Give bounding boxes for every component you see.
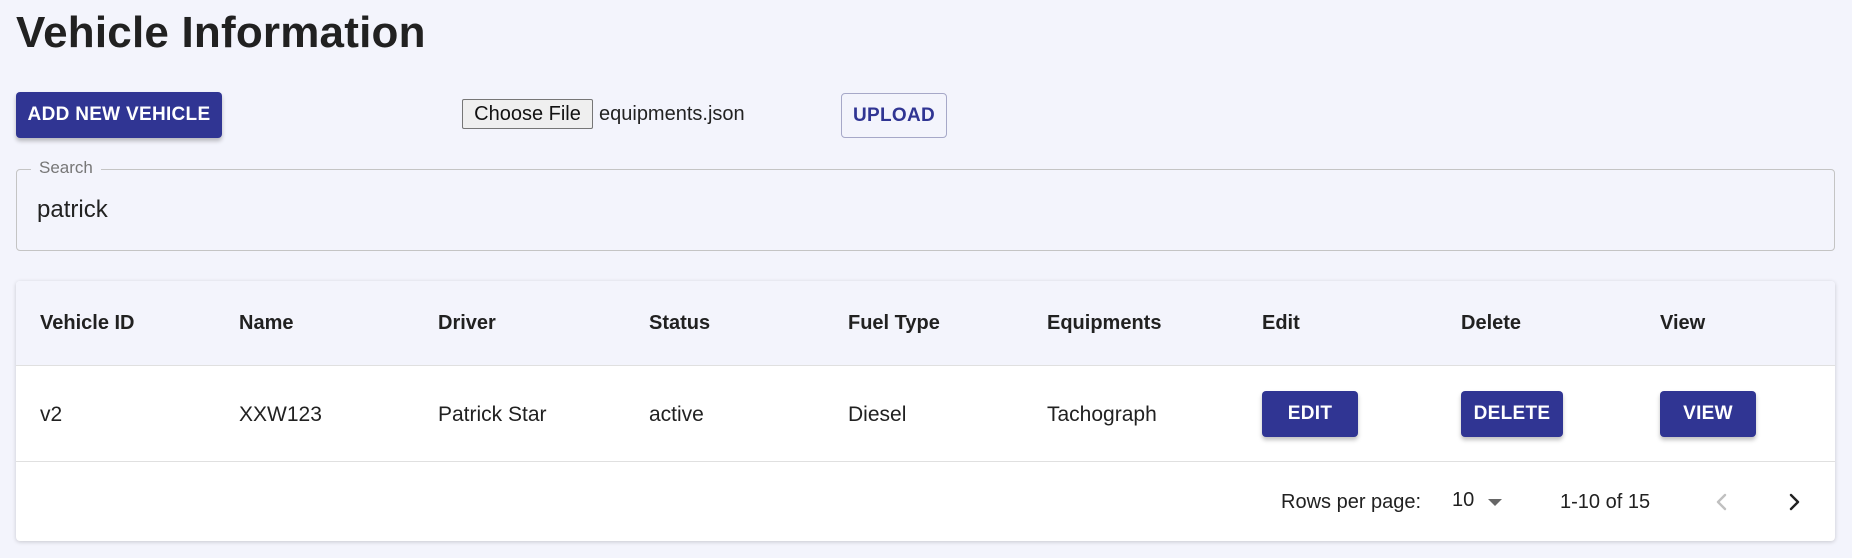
search-input[interactable] — [37, 192, 1797, 228]
table-row: v2 XXW123 Patrick Star active Diesel Tac… — [16, 366, 1835, 462]
view-button[interactable]: VIEW — [1660, 391, 1756, 437]
table-header: Vehicle ID Name Driver Status Fuel Type … — [16, 281, 1835, 366]
rows-per-page-value: 10 — [1452, 489, 1475, 511]
previous-page-button[interactable] — [1698, 478, 1746, 526]
vehicle-table: Vehicle ID Name Driver Status Fuel Type … — [16, 281, 1835, 541]
column-header-edit: Edit — [1262, 312, 1300, 334]
next-page-button[interactable] — [1770, 478, 1818, 526]
cell-fuel-type: Diesel — [848, 403, 907, 426]
column-header-view: View — [1660, 312, 1706, 334]
search-field: Search — [16, 158, 1835, 251]
column-header-fuel-type: Fuel Type — [848, 312, 940, 334]
rows-per-page-label: Rows per page: — [1281, 491, 1422, 513]
column-header-driver: Driver — [438, 312, 496, 334]
column-header-delete: Delete — [1461, 312, 1522, 334]
selected-file-name: equipments.json — [599, 103, 745, 125]
upload-button[interactable]: UPLOAD — [841, 93, 947, 138]
delete-button[interactable]: DELETE — [1461, 391, 1563, 437]
cell-name: XXW123 — [239, 403, 322, 426]
cell-vehicle-id: v2 — [40, 403, 63, 426]
cell-status: active — [649, 403, 704, 426]
choose-file-button[interactable]: Choose File — [462, 99, 593, 129]
cell-equipments: Tachograph — [1047, 403, 1157, 426]
column-header-name: Name — [239, 312, 294, 334]
column-header-vehicle-id: Vehicle ID — [40, 312, 135, 334]
pagination-range: 1-10 of 15 — [1560, 491, 1651, 513]
table-pagination: Rows per page: 10 1-10 of 15 — [16, 462, 1835, 541]
rows-per-page-select[interactable]: 10 — [1452, 487, 1512, 519]
chevron-right-icon — [1789, 493, 1800, 511]
page-title: Vehicle Information — [16, 8, 426, 57]
search-label: Search — [31, 158, 101, 178]
edit-button[interactable]: EDIT — [1262, 391, 1358, 437]
chevron-left-icon — [1716, 493, 1727, 511]
cell-driver: Patrick Star — [438, 403, 547, 426]
column-header-equipments: Equipments — [1047, 312, 1162, 334]
add-new-vehicle-button[interactable]: ADD NEW VEHICLE — [16, 92, 222, 138]
column-header-status: Status — [649, 312, 711, 334]
caret-down-icon — [1488, 499, 1502, 506]
